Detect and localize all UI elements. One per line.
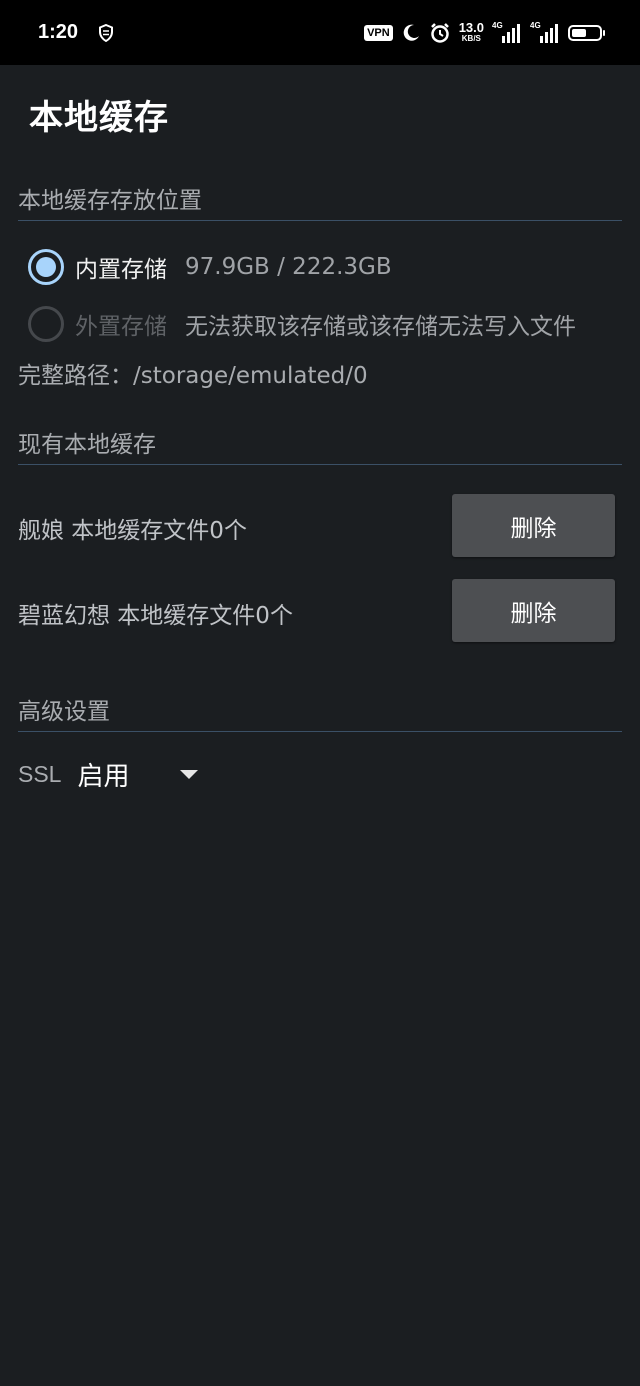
- radio-label-internal-storage: 内置存储: [75, 257, 167, 283]
- battery-level: [572, 28, 587, 37]
- network-speed: 13.0 KB/S: [458, 20, 484, 43]
- ssl-setting-row: SSL 启用: [18, 756, 198, 793]
- internal-storage-capacity: 97.9GB / 222.3GB: [185, 254, 392, 280]
- ssl-selected-value: 启用: [77, 762, 130, 792]
- section-divider: [18, 464, 622, 465]
- cache-item-label-granblue: 碧蓝幻想 本地缓存文件0个: [18, 603, 293, 629]
- security-shield-icon: [99, 23, 114, 42]
- delete-button-granblue[interactable]: 删除: [452, 579, 615, 642]
- signal-type-label: 4G: [492, 20, 503, 30]
- status-icons: VPN 13.0 KB/S 4G 4G: [364, 20, 605, 44]
- section-divider: [18, 220, 622, 221]
- radio-button-disabled[interactable]: [28, 306, 64, 342]
- radio-button-checked[interactable]: [28, 249, 64, 285]
- signal-strength-icon-1: 4G: [492, 20, 522, 43]
- ssl-label: SSL: [18, 761, 62, 787]
- ssl-dropdown[interactable]: 启用: [77, 756, 198, 793]
- delete-button-kancolle[interactable]: 删除: [452, 494, 615, 557]
- alarm-icon: [430, 22, 449, 43]
- full-path-value: /storage/emulated/0: [133, 363, 368, 389]
- full-path-label: 完整路径：: [18, 363, 133, 389]
- moon-icon: [403, 24, 419, 41]
- cache-item-label-kancolle: 舰娘 本地缓存文件0个: [18, 518, 247, 544]
- vpn-badge: VPN: [364, 24, 393, 41]
- battery-icon: [568, 24, 605, 41]
- section-divider: [18, 731, 622, 732]
- radio-option-external-storage[interactable]: 外置存储 无法获取该存储或该存储无法写入文件: [28, 306, 576, 342]
- full-path: 完整路径：/storage/emulated/0: [18, 356, 368, 390]
- network-speed-value: 13.0: [458, 20, 484, 35]
- radio-label-external-storage: 外置存储: [75, 314, 167, 340]
- status-bar: 1:20 VPN 13.0 KB/S 4G 4G: [0, 0, 640, 65]
- section-header-storage-location: 本地缓存存放位置: [18, 188, 202, 214]
- radio-option-internal-storage[interactable]: 内置存储 97.9GB / 222.3GB: [28, 249, 392, 285]
- signal-strength-icon-2: 4G: [530, 20, 560, 43]
- status-time: 1:20: [38, 21, 79, 43]
- section-header-existing-cache: 现有本地缓存: [18, 432, 156, 458]
- external-storage-status: 无法获取该存储或该存储无法写入文件: [185, 314, 576, 340]
- dropdown-arrow-icon: [179, 770, 198, 779]
- page-title: 本地缓存: [29, 98, 169, 138]
- network-speed-unit: KB/S: [461, 34, 481, 43]
- signal-type-label: 4G: [530, 20, 541, 30]
- section-header-advanced: 高级设置: [18, 699, 110, 725]
